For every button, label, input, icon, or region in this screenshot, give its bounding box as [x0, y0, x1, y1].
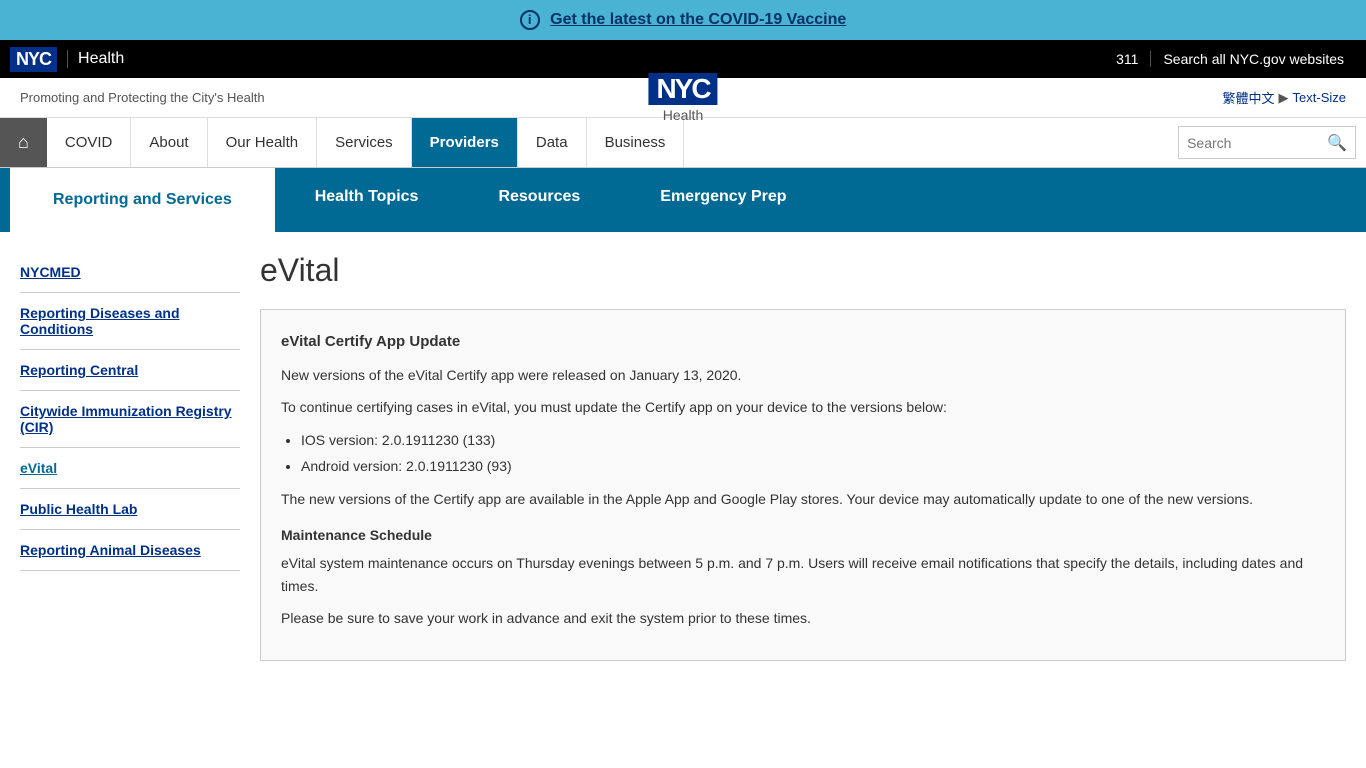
- main-content: eVital eVital Certify App Update New ver…: [260, 252, 1346, 661]
- maintenance-para2: Please be sure to save your work in adva…: [281, 607, 1325, 629]
- update-para2: To continue certifying cases in eVital, …: [281, 396, 1325, 418]
- search-all-label[interactable]: Search all NYC.gov websites: [1151, 51, 1356, 67]
- phone-311[interactable]: 311: [1104, 51, 1151, 67]
- sub-nav-reporting[interactable]: Reporting and Services: [10, 168, 275, 232]
- sidebar-link-nycmed[interactable]: NYCMED: [20, 252, 240, 293]
- main-nav: ⌂ COVID About Our Health Services Provid…: [0, 118, 1366, 168]
- nav-item-data[interactable]: Data: [518, 118, 587, 167]
- update-box-heading: eVital Certify App Update: [281, 330, 1325, 354]
- nav-item-covid[interactable]: COVID: [47, 118, 132, 167]
- maintenance-para: eVital system maintenance occurs on Thur…: [281, 552, 1325, 597]
- sidebar-link-public-health-lab[interactable]: Public Health Lab: [20, 489, 240, 530]
- site-header: Promoting and Protecting the City's Heal…: [0, 78, 1366, 118]
- sub-nav-resources[interactable]: Resources: [458, 168, 620, 232]
- sub-nav-health-topics[interactable]: Health Topics: [275, 168, 459, 232]
- update-para1: New versions of the eVital Certify app w…: [281, 364, 1325, 386]
- search-input[interactable]: [1187, 135, 1327, 151]
- language-link[interactable]: 繁體中文: [1223, 88, 1275, 107]
- update-box: eVital Certify App Update New versions o…: [260, 309, 1346, 661]
- nav-item-about[interactable]: About: [131, 118, 207, 167]
- sidebar-link-cir[interactable]: Citywide Immunization Registry (CIR): [20, 391, 240, 448]
- search-icon[interactable]: 🔍: [1327, 133, 1347, 153]
- logo-center: NYC Health: [648, 73, 717, 123]
- separator: ▶: [1279, 90, 1289, 106]
- version-ios: IOS version: 2.0.1911230 (133): [301, 429, 1325, 451]
- covid-vaccine-link[interactable]: Get the latest on the COVID-19 Vaccine: [550, 11, 846, 28]
- top-bar-right: 311 Search all NYC.gov websites: [1104, 51, 1356, 67]
- department-name: Health: [67, 50, 124, 68]
- version-list: IOS version: 2.0.1911230 (133) Android v…: [301, 429, 1325, 478]
- nav-item-our-health[interactable]: Our Health: [208, 118, 318, 167]
- sidebar-link-reporting-diseases[interactable]: Reporting Diseases and Conditions: [20, 293, 240, 350]
- search-box: 🔍: [1178, 126, 1356, 159]
- nav-item-providers[interactable]: Providers: [412, 118, 518, 167]
- text-size-link[interactable]: Text-Size: [1293, 90, 1346, 105]
- version-android: Android version: 2.0.1911230 (93): [301, 455, 1325, 477]
- sidebar-link-reporting-animal[interactable]: Reporting Animal Diseases: [20, 530, 240, 571]
- sidebar-link-evital[interactable]: eVital: [20, 448, 240, 489]
- home-button[interactable]: ⌂: [0, 118, 47, 167]
- covid-banner: i Get the latest on the COVID-19 Vaccine: [0, 0, 1366, 40]
- sub-nav: Reporting and Services Health Topics Res…: [0, 168, 1366, 232]
- nyc-text: NYC: [648, 73, 717, 105]
- sidebar-link-reporting-central[interactable]: Reporting Central: [20, 350, 240, 391]
- page-title: eVital: [260, 252, 1346, 289]
- sidebar: NYCMED Reporting Diseases and Conditions…: [20, 252, 240, 661]
- info-icon: i: [520, 10, 540, 30]
- sub-nav-emergency-prep[interactable]: Emergency Prep: [620, 168, 826, 232]
- health-text: Health: [663, 107, 703, 123]
- site-tagline: Promoting and Protecting the City's Heal…: [20, 90, 320, 105]
- update-para3: The new versions of the Certify app are …: [281, 488, 1325, 510]
- nyc-logo: NYC: [10, 47, 57, 72]
- content-wrapper: NYCMED Reporting Diseases and Conditions…: [0, 232, 1366, 681]
- nyc-health-logo: NYC Health: [648, 73, 717, 123]
- nav-item-services[interactable]: Services: [317, 118, 412, 167]
- nav-item-business[interactable]: Business: [587, 118, 685, 167]
- maintenance-heading: Maintenance Schedule: [281, 524, 1325, 546]
- lang-size: 繁體中文 ▶ Text-Size: [1223, 88, 1346, 107]
